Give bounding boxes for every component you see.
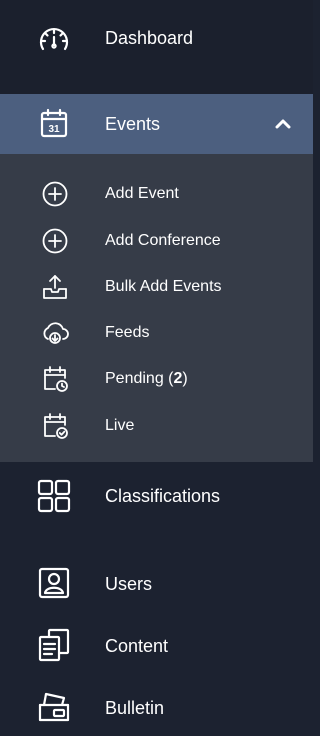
sidebar-item-label: Classifications: [105, 486, 221, 506]
sidebar-item-content[interactable]: Content: [0, 622, 313, 670]
upload-tray-icon: [40, 272, 70, 302]
calendar-day-text: 31: [48, 124, 60, 135]
gauge-icon: [36, 21, 72, 57]
submenu-item-label: Add Conference: [105, 232, 221, 249]
submenu-item-label: Add Event: [105, 185, 179, 202]
sidebar-item-events[interactable]: 31 Events: [0, 94, 313, 154]
submenu-item-feeds[interactable]: Feeds: [0, 313, 313, 353]
grid-icon: [36, 478, 72, 514]
calendar-icon: 31: [36, 106, 72, 142]
user-icon: [36, 565, 72, 601]
submenu-item-label: Bulk Add Events: [105, 278, 222, 295]
sidebar-item-dashboard[interactable]: Dashboard: [0, 14, 313, 64]
submenu-item-label: Feeds: [105, 324, 150, 341]
sidebar-item-label: Bulletin: [105, 698, 165, 718]
cloud-download-icon: [40, 318, 70, 348]
documents-icon: [36, 627, 72, 663]
sidebar-item-classifications[interactable]: Classifications: [0, 472, 313, 520]
sidebar-item-label: Content: [105, 636, 169, 656]
submenu-item-pending[interactable]: Pending (2): [0, 359, 313, 399]
chevron-up-icon[interactable]: [273, 115, 293, 133]
sidebar-item-label: Users: [105, 574, 153, 594]
pending-count-open: (: [163, 370, 174, 387]
events-submenu: Add Event Add Conference Bulk Add Events: [0, 154, 313, 462]
submenu-item-live[interactable]: Live: [0, 406, 313, 446]
card-holder-icon: [36, 689, 72, 725]
sidebar-item-users[interactable]: Users: [0, 560, 313, 608]
sidebar-item-label: Dashboard: [105, 28, 194, 48]
pending-count-close: ): [182, 370, 188, 387]
sidebar-nav: Dashboard 31 Events Add Event Add Confer…: [0, 0, 313, 736]
submenu-item-label: Live: [105, 417, 135, 434]
pending-label: Pending: [105, 370, 164, 387]
submenu-item-add-event[interactable]: Add Event: [0, 174, 313, 214]
calendar-clock-icon: [40, 364, 70, 394]
plus-circle-icon: [40, 179, 70, 209]
calendar-check-icon: [40, 411, 70, 441]
submenu-item-bulk-add-events[interactable]: Bulk Add Events: [0, 267, 313, 307]
submenu-item-label: Pending (2): [105, 370, 188, 388]
sidebar-item-bulletin[interactable]: Bulletin: [0, 684, 313, 732]
submenu-item-add-conference[interactable]: Add Conference: [0, 221, 313, 261]
sidebar-item-label: Events: [105, 114, 161, 134]
plus-circle-icon: [40, 226, 70, 256]
